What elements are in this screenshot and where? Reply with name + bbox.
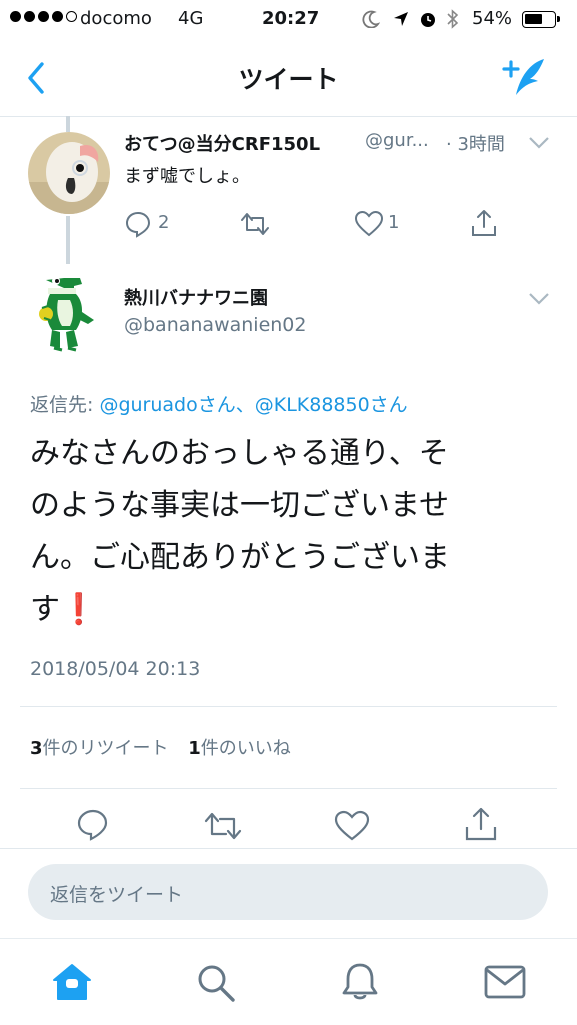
author-handle[interactable]: @gur... xyxy=(365,130,429,151)
reply-to-label: 返信先: xyxy=(30,394,100,416)
chevron-down-icon[interactable] xyxy=(528,292,550,306)
tweet-line: のような事実は一切ございませ xyxy=(30,488,450,523)
page-title: ツイート xyxy=(238,65,339,94)
share-icon[interactable] xyxy=(470,208,498,238)
like-stat-label[interactable]: 件のいいね xyxy=(201,738,291,759)
signal-strength-icon xyxy=(10,11,77,22)
reply-to-users[interactable]: @guruadoさん、@KLK88850さん xyxy=(99,394,407,416)
divider xyxy=(20,788,557,789)
do-not-disturb-icon xyxy=(362,10,380,28)
prev-tweet[interactable]: おてつ@当分CRF150L @gur... · 3時間 まず嘘でしょ。 2 1 xyxy=(0,116,577,256)
search-icon[interactable] xyxy=(196,963,236,1003)
reply-input[interactable]: 返信をツイート xyxy=(28,864,548,920)
tab-bar xyxy=(0,938,577,1025)
reply-to-line: 返信先: @guruadoさん、@KLK88850さん xyxy=(30,390,408,417)
share-icon[interactable] xyxy=(464,806,498,842)
tweet-line: みなさんのおっしゃる通り、そ xyxy=(30,436,449,471)
battery-icon xyxy=(522,11,560,28)
author-name[interactable]: 熱川バナナワニ園 xyxy=(124,284,268,310)
battery-percent: 54% xyxy=(472,8,513,29)
tweet-line: す xyxy=(30,592,60,627)
alarm-icon xyxy=(421,13,435,27)
chevron-down-icon[interactable] xyxy=(528,136,550,150)
retweet-stat-label[interactable]: 件のリツイート xyxy=(43,738,169,759)
divider xyxy=(0,848,577,849)
like-stat-count: 1 xyxy=(188,738,201,759)
avatar[interactable] xyxy=(34,272,104,354)
reply-icon[interactable] xyxy=(76,808,110,842)
like-icon[interactable] xyxy=(334,810,370,842)
retweet-stat-count: 3 xyxy=(30,738,43,759)
tweet-body: みなさんのおっしゃる通り、そ のような事実は一切ございませ ん。ご心配ありがとう… xyxy=(30,428,560,636)
messages-icon[interactable] xyxy=(484,965,526,999)
tweet-last-line: す❗ xyxy=(30,584,560,636)
compose-tweet-icon[interactable] xyxy=(500,55,552,99)
navigation-bar: ツイート xyxy=(0,40,577,117)
network-label: 4G xyxy=(178,8,204,29)
home-icon[interactable] xyxy=(52,963,92,1001)
avatar[interactable] xyxy=(28,132,110,214)
location-icon xyxy=(394,12,408,26)
clock: 20:27 xyxy=(262,8,320,29)
author-name[interactable]: おてつ@当分CRF150L xyxy=(124,130,320,156)
tweet-stats: 3件のリツイート 1件のいいね xyxy=(30,734,291,760)
tweet-line: ん。ご心配ありがとうございま xyxy=(30,540,450,575)
carrier-label: docomo xyxy=(80,8,152,29)
like-count: 1 xyxy=(388,212,400,233)
retweet-icon[interactable] xyxy=(202,810,244,842)
status-bar: docomo 4G 20:27 54% xyxy=(0,0,577,40)
tweet-timestamp: 2018/05/04 20:13 xyxy=(30,658,201,680)
reply-count: 2 xyxy=(158,212,170,233)
retweet-icon[interactable] xyxy=(238,210,272,238)
reply-icon[interactable] xyxy=(124,210,152,238)
notifications-icon[interactable] xyxy=(340,961,380,1003)
author-handle[interactable]: @bananawanien02 xyxy=(124,314,307,336)
like-icon[interactable] xyxy=(354,210,384,238)
bluetooth-icon xyxy=(447,9,459,29)
exclamation-emoji: ❗ xyxy=(60,592,98,627)
tweet-time: · 3時間 xyxy=(446,134,505,155)
divider xyxy=(20,706,557,707)
reply-input-placeholder: 返信をツイート xyxy=(50,884,184,906)
tweet-text: まず嘘でしょ。 xyxy=(124,166,250,187)
